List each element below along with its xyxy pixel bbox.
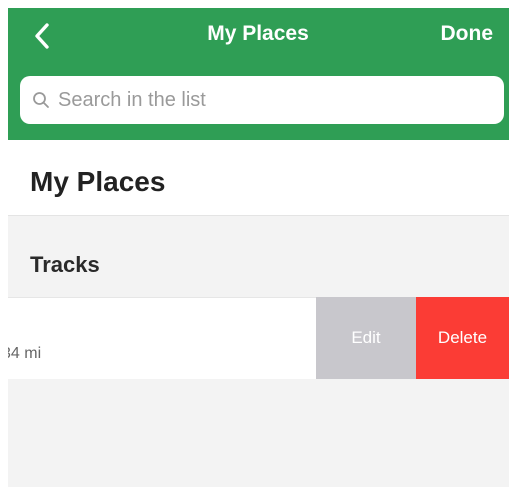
app-screen: My Places Done My Places Tracks 34 mi Ed… xyxy=(8,8,509,487)
chevron-left-icon xyxy=(35,23,49,49)
back-button[interactable] xyxy=(28,18,56,54)
page-title: My Places xyxy=(30,166,166,197)
search-input[interactable] xyxy=(58,88,504,112)
nav-title: My Places xyxy=(207,22,309,45)
section-header-tracks: Tracks xyxy=(30,252,100,277)
track-distance: 34 mi xyxy=(8,345,42,362)
done-button[interactable]: Done xyxy=(441,22,494,46)
edit-button[interactable]: Edit xyxy=(316,297,416,379)
search-bar[interactable] xyxy=(20,76,504,124)
page-header: My Places xyxy=(8,140,509,216)
delete-button[interactable]: Delete xyxy=(416,297,509,379)
navigation-bar: My Places Done xyxy=(8,8,509,140)
search-icon xyxy=(30,89,52,111)
